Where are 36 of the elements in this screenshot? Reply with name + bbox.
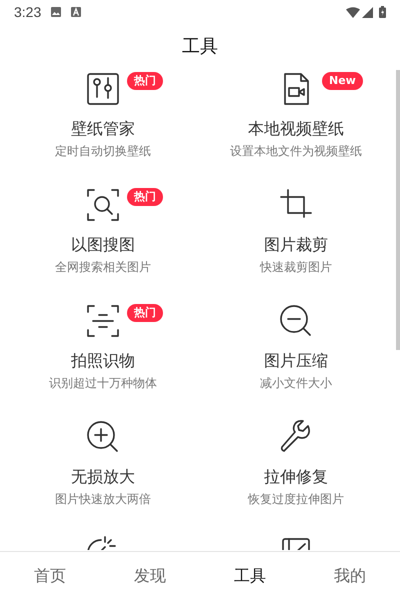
wifi-icon [346,6,360,18]
tool-description: 定时自动切换壁纸 [55,143,151,159]
nav-tab[interactable]: 工具 [200,552,300,600]
badge: 热门 [127,304,163,322]
tool-description: 快速裁剪图片 [260,259,332,275]
nav-tab[interactable]: 首页 [0,552,100,600]
tool-title[interactable]: 本地视频壁纸 [248,119,344,139]
tool-description: 识别超过十万种物体 [49,375,157,391]
tool-title[interactable]: 以图搜图 [71,235,135,255]
zoom-out-icon[interactable] [278,303,314,339]
tool-description: 减小文件大小 [260,375,332,391]
battery-icon [379,6,386,18]
badge: 热门 [127,188,163,206]
tool-title[interactable]: 拉伸修复 [264,467,328,487]
tool-title[interactable]: 拍照识物 [71,351,135,371]
scan-text-icon[interactable] [85,303,121,339]
badge: 热门 [127,72,163,90]
badge: New [322,72,363,90]
nav-tab[interactable]: 发现 [100,552,200,600]
tool-title[interactable]: 图片压缩 [264,351,328,371]
zoom-in-icon[interactable] [85,419,121,455]
image-icon [51,7,62,17]
tool-title[interactable]: 图片裁剪 [264,235,328,255]
tool-description: 恢复过度拉伸图片 [248,491,344,507]
nav-tab[interactable]: 我的 [300,552,400,600]
tool-description: 设置本地文件为视频壁纸 [230,143,362,159]
font-icon [71,7,82,17]
tool-description: 图片快速放大两倍 [55,491,151,507]
sliders-icon[interactable] [85,71,121,107]
tool-description: 全网搜索相关图片 [55,259,151,275]
status-time: 3:23 [14,3,42,22]
page-title: 工具 [182,34,218,58]
tool-title[interactable]: 壁纸管家 [71,119,135,139]
signal-icon [362,6,373,18]
tool-title[interactable]: 无损放大 [71,467,135,487]
scan-search-icon[interactable] [85,187,121,223]
